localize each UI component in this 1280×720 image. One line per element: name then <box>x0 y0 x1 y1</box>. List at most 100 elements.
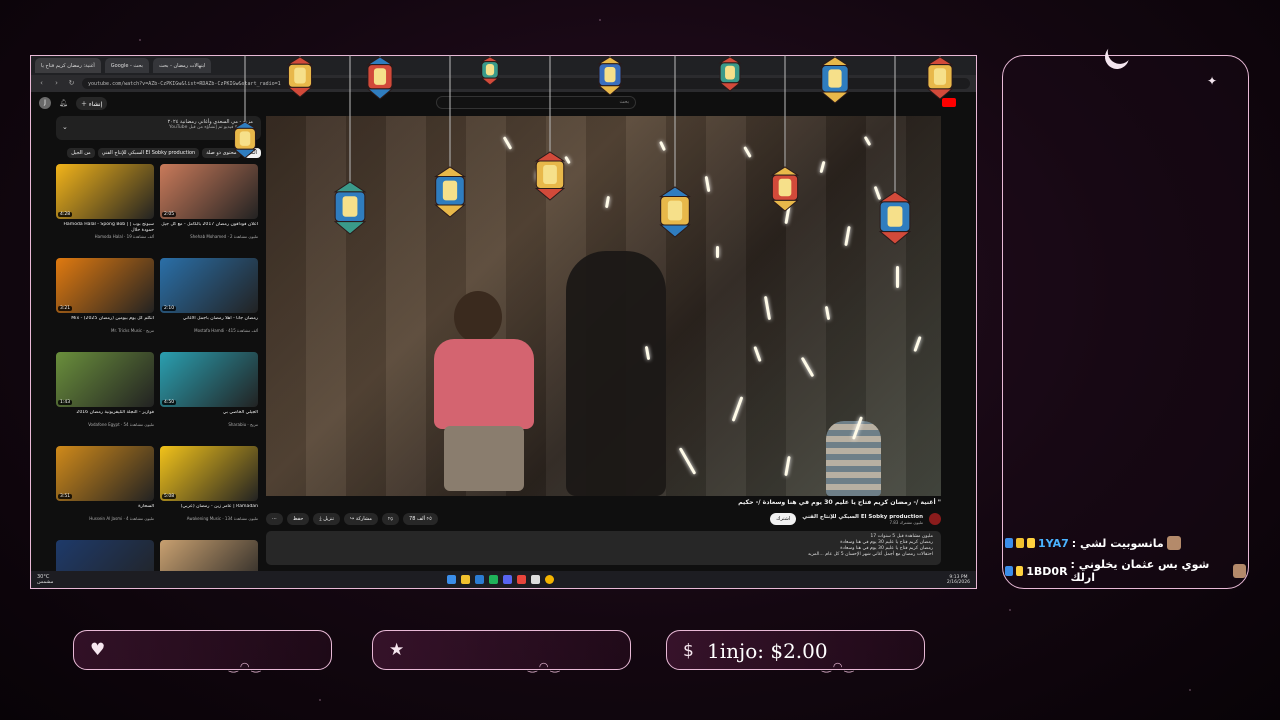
app-icon[interactable] <box>530 575 540 584</box>
spark <box>784 455 791 477</box>
chat-username[interactable]: 1YA7 <box>1038 537 1069 550</box>
recommended-video-card[interactable]: 2:05 اعلان فودافون رمضان 2017 بالكامل - م… <box>160 164 258 252</box>
spark <box>564 155 571 165</box>
description-box[interactable]: 17 مليون مشاهدة قبل 5 سنوات رمضان كريم ف… <box>266 531 941 565</box>
video-card-title[interactable]: رمضان جانا - أهلا رمضان بأجمل الأغاني <box>160 316 258 328</box>
channel-name[interactable]: السبكي للإنتاج الفني El Sobky production <box>802 514 923 520</box>
donation-bar: $ 1injo: $2.00 ‿◠‿ <box>666 630 925 673</box>
dislike-button[interactable]: 👎︎ <box>381 513 400 525</box>
youtube-header: J 🔔︎ ＋ إنشاء بحث <box>31 92 976 114</box>
video-card-title[interactable]: الجيلي الخاصي بي <box>160 410 258 422</box>
video-duration: 3:21 <box>58 306 73 311</box>
video-thumbnail[interactable]: 3:51 <box>56 446 154 501</box>
playlist-panel[interactable]: مزيج - مي السعدي وأغاني رمضانية ٢٠٢٤ You… <box>56 116 261 140</box>
create-button[interactable]: ＋ إنشاء <box>76 96 108 110</box>
spark <box>819 160 826 174</box>
spark <box>851 416 864 440</box>
channel-row: اشترك السبكي للإنتاج الفني El Sobky prod… <box>770 513 941 525</box>
spark <box>659 140 666 152</box>
video-card-title[interactable]: Hamoda Halal - Spong Bob | سبونج بوب | ح… <box>56 222 154 234</box>
bell-icon[interactable]: 🔔︎ <box>59 99 68 108</box>
video-card-title[interactable]: عامر زين - رمضان (عربي) | Ramadan <box>160 504 258 516</box>
browser-tab-search[interactable]: ابتهالات رمضان - بحث <box>152 58 212 73</box>
share-button[interactable]: ↪ مشاركة <box>344 513 378 525</box>
video-actions: ⋯ حفظ ⤓ تنزيل ↪ مشاركة 👎︎ 78 ألف 👍︎ <box>266 513 438 525</box>
chat-message: 1YA7 : مانسوبيت لشي <box>1005 536 1246 550</box>
download-button[interactable]: ⤓ تنزيل <box>313 513 341 525</box>
chip[interactable]: محتوى ذو صلة <box>202 148 241 158</box>
share-label: مشاركة <box>355 516 372 522</box>
avatar[interactable]: J <box>39 97 51 109</box>
clock-date: 2/16/2026 <box>946 579 970 585</box>
edge-icon[interactable] <box>488 575 498 584</box>
chip[interactable]: السبكي للإنتاج الفني El Sobky production <box>97 148 200 158</box>
chevron-down-icon[interactable]: ⌄ <box>62 123 68 131</box>
recommended-video-card[interactable]: 3:51 السحارة Hussein Al Jasmi · 4 مليون مش… <box>56 446 154 534</box>
video-player[interactable] <box>266 116 941 496</box>
emote-icon <box>1166 536 1181 550</box>
recommended-video-card[interactable]: 1:43 فوازير - النجلة التليفزيونية رمضان 2… <box>56 352 154 440</box>
forward-icon[interactable]: › <box>52 79 61 88</box>
video-duration: 5:08 <box>162 494 177 499</box>
spark <box>604 195 611 209</box>
windows-start-icon[interactable] <box>446 575 456 584</box>
video-thumbnail[interactable]: 2:10 <box>160 258 258 313</box>
video-thumbnail[interactable]: 1:43 <box>56 352 154 407</box>
url-input[interactable]: youtube.com/watch?v=AZb-CzPKIGw&list=RDA… <box>82 78 970 89</box>
spark <box>731 396 744 422</box>
chat-panel: 1YA7 : مانسوبيت لشي 1BD0R : شوي بس عثمان… <box>1002 55 1249 589</box>
recommended-video-card[interactable]: 4:50 الجيلي الخاصي بي Sharabiu · مزيج <box>160 352 258 440</box>
chrome-icon[interactable] <box>544 575 554 584</box>
reload-icon[interactable]: ↻ <box>67 79 76 88</box>
recommended-video-card[interactable]: 3:21 Mix - اتكلم كل يوم بيومين (رمضان 202… <box>56 258 154 346</box>
browser-tab-google[interactable]: Google - بحث <box>104 58 149 73</box>
video-thumbnail[interactable]: 4:50 <box>160 352 258 407</box>
spark <box>743 146 752 158</box>
weather-widget[interactable]: 30°C مشمس <box>37 574 54 585</box>
taskbar-clock[interactable]: 9:13 PM 2/16/2026 <box>947 575 970 585</box>
chip-selected[interactable]: الكل <box>243 148 261 158</box>
weather-desc: مشمس <box>37 578 54 585</box>
chat-text: : مانسوبيت لشي <box>1071 536 1164 550</box>
discord-icon[interactable] <box>502 575 512 584</box>
spark <box>716 246 719 258</box>
dollar-icon: $ <box>683 641 694 661</box>
video-card-title[interactable]: اعلان فودافون رمضان 2017 بالكامل - مع كل… <box>160 222 258 234</box>
star-icon: ★ <box>389 640 405 660</box>
spark <box>800 356 815 378</box>
like-button[interactable]: 78 ألف 👍︎ <box>403 513 438 525</box>
channel-avatar[interactable] <box>929 513 941 525</box>
taskbar-apps <box>446 575 554 584</box>
recommended-video-card[interactable]: 5:08 عامر زين - رمضان (عربي) | Ramadan Awa… <box>160 446 258 534</box>
chat-username[interactable]: 1BD0R <box>1026 565 1067 578</box>
video-thumbnail[interactable]: 3:21 <box>56 258 154 313</box>
video-duration: 3:51 <box>58 494 73 499</box>
badge-icon <box>1005 538 1013 548</box>
video-duration: 4:50 <box>162 400 177 405</box>
more-button[interactable]: ⋯ <box>266 513 283 525</box>
spark <box>536 171 539 181</box>
subscribe-button[interactable]: اشترك <box>770 513 797 525</box>
store-icon[interactable] <box>474 575 484 584</box>
video-card-title[interactable]: السحارة <box>56 504 154 516</box>
video-thumbnail[interactable]: 2:05 <box>160 164 258 219</box>
recommended-video-card[interactable]: 4:28 Hamoda Halal - Spong Bob | سبونج بوب… <box>56 164 154 252</box>
youtube-logo-icon[interactable] <box>942 98 956 107</box>
video-thumbnail[interactable]: 5:08 <box>160 446 258 501</box>
obs-icon[interactable] <box>516 575 526 584</box>
video-thumbnail[interactable]: 4:28 <box>56 164 154 219</box>
heart-icon: ♥ <box>90 640 106 660</box>
spark <box>644 345 651 361</box>
emote-icon <box>1232 564 1247 578</box>
back-icon[interactable]: ‹ <box>37 79 46 88</box>
search-input[interactable]: بحث <box>436 96 636 109</box>
ornament-icon: ‿◠‿ <box>229 660 263 673</box>
video-card-title[interactable]: Mix - اتكلم كل يوم بيومين (رمضان 2025) <box>56 316 154 328</box>
file-explorer-icon[interactable] <box>460 575 470 584</box>
video-card-title[interactable]: فوازير - النجلة التليفزيونية رمضان 2016 <box>56 410 154 422</box>
browser-tab-youtube[interactable]: أغنية: رمضان كريم فتاح يا <box>35 58 101 73</box>
save-button[interactable]: حفظ <box>287 513 310 525</box>
chip[interactable]: من الجيل <box>67 148 95 158</box>
spark <box>502 136 513 150</box>
recommended-video-card[interactable]: 2:10 رمضان جانا - أهلا رمضان بأجمل الأغان… <box>160 258 258 346</box>
